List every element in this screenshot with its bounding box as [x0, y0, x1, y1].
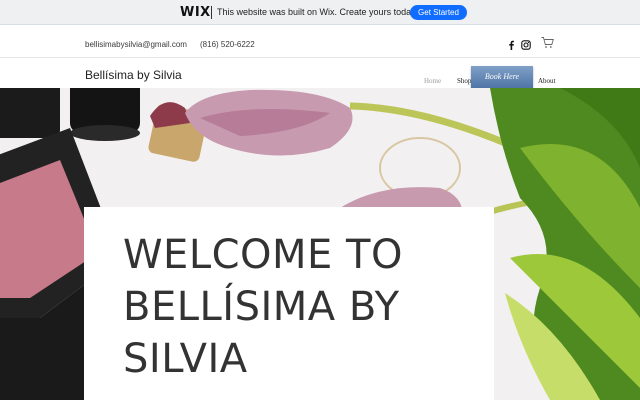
banner-message: This website was built on Wix. Create yo…: [217, 7, 418, 17]
instagram-icon[interactable]: [521, 40, 531, 50]
header-divider: [0, 57, 640, 58]
nav-shop[interactable]: Shop: [457, 77, 471, 85]
cart-icon[interactable]: [541, 36, 554, 49]
book-here-button[interactable]: Book Here: [471, 66, 533, 88]
wix-logo[interactable]: WIX: [180, 5, 211, 20]
nav-about[interactable]: About: [538, 77, 556, 85]
nav-home[interactable]: Home: [424, 77, 441, 85]
facebook-icon[interactable]: [507, 40, 515, 50]
contact-phone[interactable]: (816) 520-6222: [200, 40, 255, 49]
banner-divider: [211, 6, 212, 19]
hero-heading: WELCOME TO BELLÍSIMA BY SILVIA: [123, 232, 403, 382]
contact-email[interactable]: bellisimabysilvia@gmail.com: [85, 40, 187, 49]
site-title[interactable]: Bellísima by Silvia: [85, 68, 182, 82]
get-started-button[interactable]: Get Started: [410, 5, 467, 20]
wix-banner: WIX This website was built on Wix. Creat…: [0, 0, 640, 25]
